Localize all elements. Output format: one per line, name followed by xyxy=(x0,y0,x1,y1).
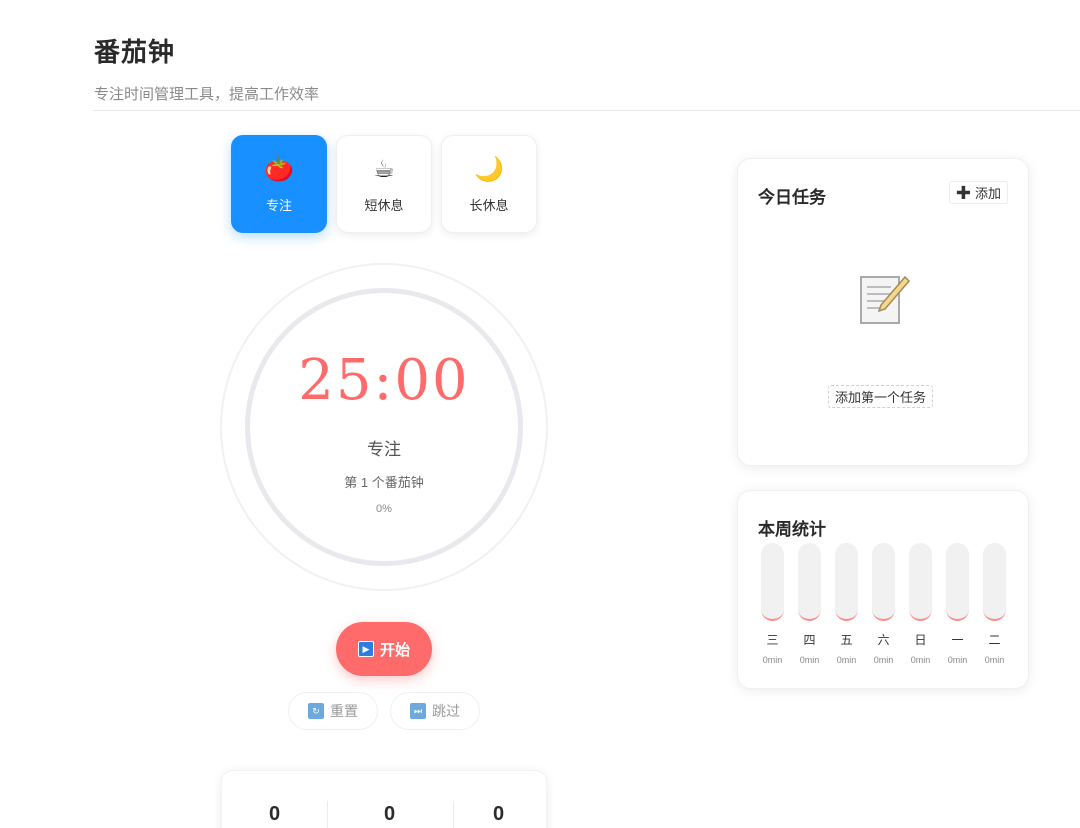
moon-icon: 🌙 xyxy=(474,155,504,183)
timer-display: 25:00 专注 第 1 个番茄钟 0% xyxy=(245,288,523,566)
stat-value-1: 0 xyxy=(269,803,281,825)
tab-short-break-label: 短休息 xyxy=(364,197,404,213)
bar-day-label: 四 xyxy=(803,633,816,647)
reset-icon: ↻ xyxy=(308,703,324,719)
weekly-title: 本周统计 xyxy=(758,520,826,539)
weekly-bar: 六 0min xyxy=(872,543,895,665)
add-task-button[interactable]: ✚ 添加 xyxy=(948,181,1008,204)
memo-icon xyxy=(860,275,911,324)
bar-track xyxy=(761,543,784,621)
weekly-bar: 四 0min xyxy=(798,543,821,665)
weekly-stats-card: 本周统计 三 0min 四 0min 五 0min 六 0min 日 0min xyxy=(737,490,1029,689)
tab-short-break[interactable]: ☕ 短休息 xyxy=(336,135,432,233)
weekly-bar: 一 0min xyxy=(946,543,969,665)
bar-day-label: 日 xyxy=(914,633,927,647)
bar-minutes: 0min xyxy=(836,655,857,665)
stat-divider xyxy=(453,801,454,828)
bar-minutes: 0min xyxy=(947,655,968,665)
stat-value-3: 0 xyxy=(493,803,505,825)
pomodoro-count: 第 1 个番茄钟 xyxy=(344,475,424,490)
weekly-bar-chart: 三 0min 四 0min 五 0min 六 0min 日 0min 一 0mi… xyxy=(761,543,1006,665)
bar-day-label: 五 xyxy=(840,633,853,647)
start-button[interactable]: ▶ 开始 xyxy=(336,622,432,676)
bar-minutes: 0min xyxy=(799,655,820,665)
tomato-icon: 🍅 xyxy=(264,155,294,183)
bar-day-label: 六 xyxy=(877,633,890,647)
start-button-label: 开始 xyxy=(379,641,410,659)
bar-day-label: 三 xyxy=(766,633,779,647)
bar-track xyxy=(946,543,969,621)
page-header: 番茄钟 专注时间管理工具，提高工作效率 xyxy=(94,32,319,104)
page-subtitle: 专注时间管理工具，提高工作效率 xyxy=(94,86,320,103)
bar-day-label: 二 xyxy=(988,633,1001,647)
tab-focus[interactable]: 🍅 专注 xyxy=(231,135,327,233)
page-title: 番茄钟 xyxy=(94,37,176,67)
add-first-task-button[interactable]: 添加第一个任务 xyxy=(828,385,934,408)
stat-divider xyxy=(327,801,328,828)
bar-track xyxy=(909,543,932,621)
tab-long-break-label: 长休息 xyxy=(469,197,509,213)
weekly-bar: 五 0min xyxy=(835,543,858,665)
stat-value-2: 0 xyxy=(384,803,396,825)
reset-button-label: 重置 xyxy=(330,703,358,719)
bar-track xyxy=(798,543,821,621)
skip-button[interactable]: ⏭ 跳过 xyxy=(390,692,480,730)
tab-focus-label: 专注 xyxy=(265,197,292,213)
timer-mode-label: 专注 xyxy=(367,440,401,459)
bar-track xyxy=(983,543,1006,621)
timer-progress-text: 0% xyxy=(376,503,392,515)
skip-icon: ⏭ xyxy=(410,703,426,719)
header-divider xyxy=(93,110,1080,111)
bar-minutes: 0min xyxy=(984,655,1005,665)
bar-minutes: 0min xyxy=(910,655,931,665)
weekly-bar: 三 0min xyxy=(761,543,784,665)
coffee-icon: ☕ xyxy=(373,155,395,183)
bar-track xyxy=(835,543,858,621)
weekly-bar: 二 0min xyxy=(983,543,1006,665)
tasks-title: 今日任务 xyxy=(758,188,826,207)
mode-tabs: 🍅 专注 ☕ 短休息 🌙 长休息 xyxy=(231,135,537,233)
add-task-label: 添加 xyxy=(974,186,1001,201)
tab-long-break[interactable]: 🌙 长休息 xyxy=(441,135,537,233)
bar-track xyxy=(872,543,895,621)
plus-icon: ✚ xyxy=(955,182,971,203)
bar-minutes: 0min xyxy=(873,655,894,665)
play-icon: ▶ xyxy=(357,641,374,657)
session-stats-card: 0 0 0 xyxy=(221,770,547,828)
skip-button-label: 跳过 xyxy=(432,703,460,719)
reset-button[interactable]: ↻ 重置 xyxy=(288,692,378,730)
bar-minutes: 0min xyxy=(762,655,783,665)
today-tasks-card: 今日任务 ✚ 添加 添加第一个任务 xyxy=(737,158,1029,466)
bar-day-label: 一 xyxy=(951,633,964,647)
timer-time: 25:00 xyxy=(298,348,470,413)
weekly-bar: 日 0min xyxy=(909,543,932,665)
